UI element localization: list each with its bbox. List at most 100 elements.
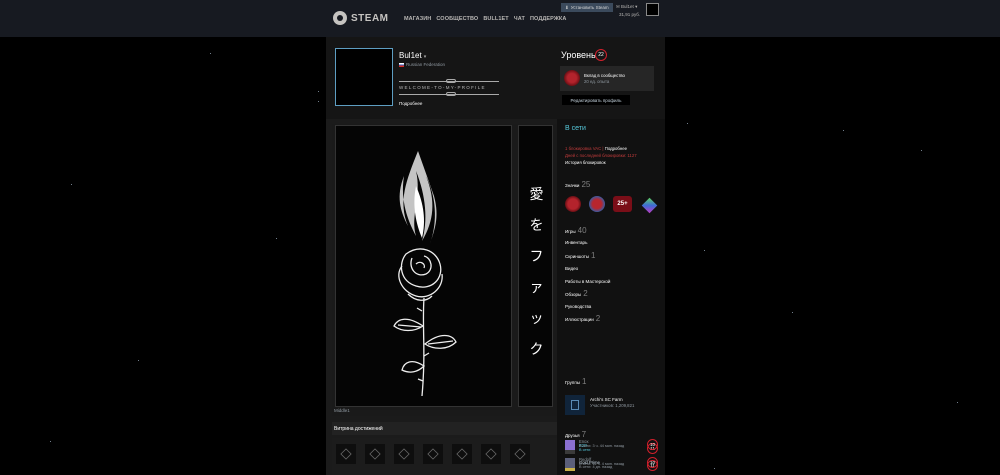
kana-char: フ <box>529 249 544 265</box>
ornament-top-icon <box>446 79 456 83</box>
cube-icon <box>398 448 410 460</box>
kana-char: ァ <box>529 280 544 296</box>
cube-badge[interactable] <box>640 196 658 213</box>
level-badge[interactable]: 22 <box>595 49 607 61</box>
community-badge-icon[interactable] <box>565 196 581 212</box>
artwork-side-image[interactable]: 愛 を フ ァ ッ ク <box>518 125 553 407</box>
groups-count: 1 <box>582 377 587 386</box>
groups-link[interactable]: Группы 1 <box>565 377 586 386</box>
vac-ban-notice: 1 блокировка VAC | Подробнее <box>565 146 627 151</box>
screenshots-count: 1 <box>591 251 596 260</box>
games-badge-icon[interactable]: 25+ <box>613 196 632 212</box>
friend-level-badge: 10 <box>647 439 658 450</box>
profile-avatar[interactable] <box>335 48 393 106</box>
favorite-badge[interactable]: Вклад в сообщество 20 ед. опыта <box>560 66 654 91</box>
achievement-tile[interactable] <box>423 444 443 464</box>
artwork-showcase: 愛 を フ ァ ッ ク <box>332 124 557 416</box>
profile-name-text: Bul1et <box>399 51 422 60</box>
screenshots-label: Скриншоты <box>565 254 590 259</box>
badges-count: 25 <box>581 180 591 189</box>
ban-history-link[interactable]: История блокировок <box>565 160 606 165</box>
cube-badge-icon <box>641 197 658 213</box>
artwork-main-image[interactable] <box>335 125 512 407</box>
artwork-link[interactable]: Иллюстрации 2 <box>565 314 600 323</box>
cube-icon <box>369 448 381 460</box>
videos-link[interactable]: Видео <box>565 266 578 271</box>
videos-label: Видео <box>565 266 579 271</box>
edit-profile-button[interactable]: Редактировать профиль <box>562 95 630 105</box>
screenshots-link[interactable]: Скриншоты 1 <box>565 251 595 260</box>
reviews-count: 2 <box>583 289 588 298</box>
achievement-tile[interactable] <box>481 444 501 464</box>
workshop-label: Работы в Мастерской <box>565 279 611 284</box>
main-nav: МАГАЗИН СООБЩЕСТВО BULL1ET ЧАТ ПОДДЕРЖКА <box>404 16 566 22</box>
account-menu[interactable]: ✉ Bul1et ▾ <box>616 4 637 10</box>
cube-icon <box>456 448 468 460</box>
level-label: Уровень <box>561 50 596 60</box>
games-label: Игры <box>565 229 576 234</box>
account-username: Bul1et <box>621 4 634 9</box>
workshop-link[interactable]: Работы в Мастерской <box>565 279 610 284</box>
profile-country: Russian Federation <box>406 62 446 67</box>
wallet-balance: 31,91 руб. <box>619 12 641 17</box>
profile-page: Bul1et ▾ Russian Federation WELCOME-TO-MY… <box>326 37 665 475</box>
guides-label: Руководства <box>565 304 592 309</box>
achievement-tile[interactable] <box>394 444 414 464</box>
header-avatar[interactable] <box>646 3 659 16</box>
games-link[interactable]: Игры 40 <box>565 226 587 235</box>
reviews-link[interactable]: Обзоры 2 <box>565 289 588 298</box>
artwork-title[interactable]: Middle1 <box>334 408 350 413</box>
nav-store[interactable]: МАГАЗИН <box>404 16 431 22</box>
nav-support[interactable]: ПОДДЕРЖКА <box>530 16 566 22</box>
profile-summary: WELCOME-TO-MY-PROFILE <box>399 85 486 90</box>
achievement-showcase <box>332 438 557 475</box>
group-avatar[interactable] <box>565 395 585 415</box>
japanese-text: 愛 を フ ァ ッ ク <box>519 184 554 359</box>
chevron-down-icon: ▾ <box>635 4 638 9</box>
summary-more-link[interactable]: Подробнее <box>399 101 422 106</box>
kana-char: ク <box>529 342 544 358</box>
groups-label: Группы <box>565 380 580 385</box>
badges-link[interactable]: Значки 25 <box>565 180 590 189</box>
days-since-ban: Дней с последней блокировки: 1127 <box>565 153 637 158</box>
friend-item[interactable]: Redolf В сети: 12 ч. 4 мин. назад 10 <box>565 457 661 470</box>
achievement-showcase-title: Витрина достижений <box>334 426 383 432</box>
name-history-chevron-icon[interactable]: ▾ <box>424 54 427 60</box>
favorite-badge-xp: 20 ед. опыта <box>584 79 610 84</box>
achievement-tile[interactable] <box>452 444 472 464</box>
guides-link[interactable]: Руководства <box>565 304 591 309</box>
nav-community[interactable]: СООБЩЕСТВО <box>436 16 478 22</box>
achievement-tile[interactable] <box>365 444 385 464</box>
nav-user[interactable]: BULL1ET <box>483 16 508 22</box>
friend-item[interactable]: Enox В сети: 3 ч. 44 мин. назад 10 <box>565 439 661 452</box>
online-status: В сети <box>565 125 586 132</box>
steam-logo[interactable]: STEAM <box>333 11 389 25</box>
achievement-showcase-header: Витрина достижений <box>332 422 557 435</box>
russia-flag-icon <box>399 62 404 67</box>
install-steam-button[interactable]: ⬇ Установить Steam <box>561 3 613 12</box>
achievement-tile[interactable] <box>336 444 356 464</box>
vac-details-link[interactable]: Подробнее <box>605 146 627 151</box>
achievement-tile[interactable] <box>510 444 530 464</box>
burning-rose-image <box>393 151 457 397</box>
kana-char: 愛 <box>529 187 544 203</box>
artwork-count: 2 <box>595 314 601 323</box>
service-badge-icon[interactable] <box>589 196 605 212</box>
ornament-bottom-icon <box>446 92 456 96</box>
vac-ban-text: 1 блокировка VAC | <box>565 146 604 151</box>
nav-chat[interactable]: ЧАТ <box>514 16 525 22</box>
steam-logo-text: STEAM <box>351 12 389 24</box>
top-navigation-bar: STEAM МАГАЗИН СООБЩЕСТВО BULL1ET ЧАТ ПОД… <box>0 0 1000 37</box>
download-icon: ⬇ <box>565 4 569 10</box>
friend-status: В сети: 3 ч. 44 мин. назад <box>579 444 625 448</box>
install-steam-label: Установить Steam <box>570 5 609 10</box>
cube-icon <box>485 448 497 460</box>
group-name[interactable]: Archi's SC Farm <box>590 397 623 402</box>
artwork-label: Иллюстрации <box>565 317 594 322</box>
friends-link[interactable]: Друзья 7 <box>565 430 586 439</box>
inventory-link[interactable]: Инвентарь <box>565 240 587 245</box>
kana-char: ッ <box>529 311 544 327</box>
inventory-label: Инвентарь <box>565 240 588 245</box>
badges-row: 25+ <box>565 196 658 213</box>
profile-name: Bul1et ▾ <box>399 51 426 60</box>
